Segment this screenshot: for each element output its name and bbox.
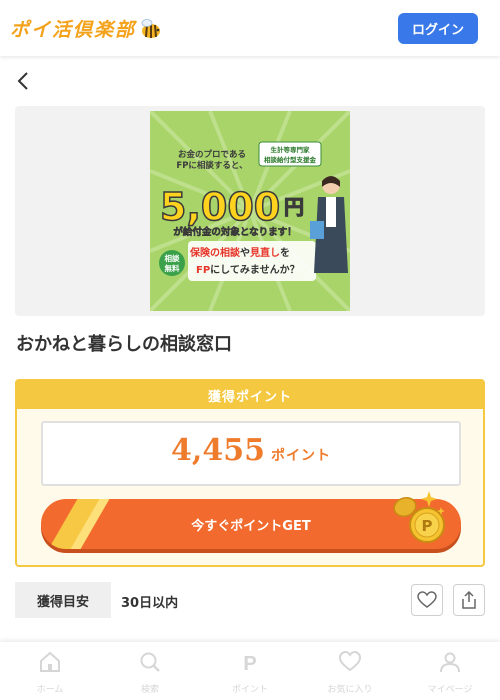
nav-label-mypage: マイページ (427, 685, 473, 695)
share-icon (462, 590, 476, 609)
nav-label-points: ポイント (231, 685, 268, 695)
points-value: 4,455 (171, 433, 265, 468)
offer-title: おかねと暮らしの相談窓口 (16, 334, 232, 355)
svg-text:P: P (422, 517, 433, 535)
nav-points[interactable]: P ポイント (200, 642, 300, 700)
bee-icon (141, 18, 161, 38)
svg-text:お金のプロである: お金のプロである (178, 149, 246, 160)
svg-text:相談: 相談 (165, 253, 180, 263)
estimate-label: 獲得目安 (15, 582, 111, 618)
offer-banner-image[interactable]: お金のプロである FPに相談すると、 生計等専門家 相談給付型支援金 5,000… (150, 111, 350, 311)
svg-text:無料: 無料 (165, 263, 180, 273)
nav-favorites[interactable]: お気に入り (300, 642, 400, 700)
app-header: ポイ活倶楽部 ログイン (0, 0, 500, 56)
heart-icon (338, 650, 362, 672)
person-icon (440, 652, 460, 673)
favorite-button[interactable] (411, 584, 443, 616)
svg-text:FPにしてみませんか？: FPにしてみませんか？ (196, 264, 300, 276)
login-button[interactable]: ログイン (398, 13, 478, 44)
estimate-value: 30日以内 (121, 596, 179, 611)
coins-icon: P (393, 491, 445, 543)
home-icon (40, 651, 60, 672)
bottom-navigation: ホーム 検索 P ポイント お気に入り マイページ (0, 642, 500, 700)
svg-text:FPに相談すると、: FPに相談すると、 (176, 160, 247, 171)
offer-banner-area: お金のプロである FPに相談すると、 生計等専門家 相談給付型支援金 5,000… (15, 106, 485, 316)
back-arrow-icon[interactable] (14, 70, 36, 92)
nav-label-search: 検索 (140, 685, 159, 695)
heart-icon (417, 591, 437, 608)
points-header: 獲得ポイント (17, 381, 483, 409)
nav-mypage[interactable]: マイページ (400, 642, 500, 700)
search-icon (140, 652, 160, 672)
nav-search[interactable]: 検索 (100, 642, 200, 700)
svg-text:保険の相談や見直しを: 保険の相談や見直しを (189, 246, 290, 259)
nav-home[interactable]: ホーム (0, 642, 100, 700)
svg-text:生計等専門家: 生計等専門家 (271, 145, 311, 154)
svg-text:相談給付型支援金: 相談給付型支援金 (264, 155, 317, 164)
nav-label-favorites: お気に入り (327, 685, 373, 695)
logo-text: ポイ活倶楽部 (10, 19, 137, 41)
svg-text:が給付金の対象となります！: が給付金の対象となります！ (173, 226, 296, 238)
svg-text:円: 円 (284, 195, 304, 219)
svg-text:P: P (243, 653, 256, 674)
svg-text:5,000: 5,000 (160, 185, 280, 229)
share-button[interactable] (453, 584, 485, 616)
points-value-box: 4,455 ポイント (41, 421, 461, 486)
point-icon: P (243, 653, 256, 674)
site-logo[interactable]: ポイ活倶楽部 (10, 15, 162, 42)
points-unit: ポイント (270, 448, 331, 464)
nav-label-home: ホーム (36, 685, 64, 695)
